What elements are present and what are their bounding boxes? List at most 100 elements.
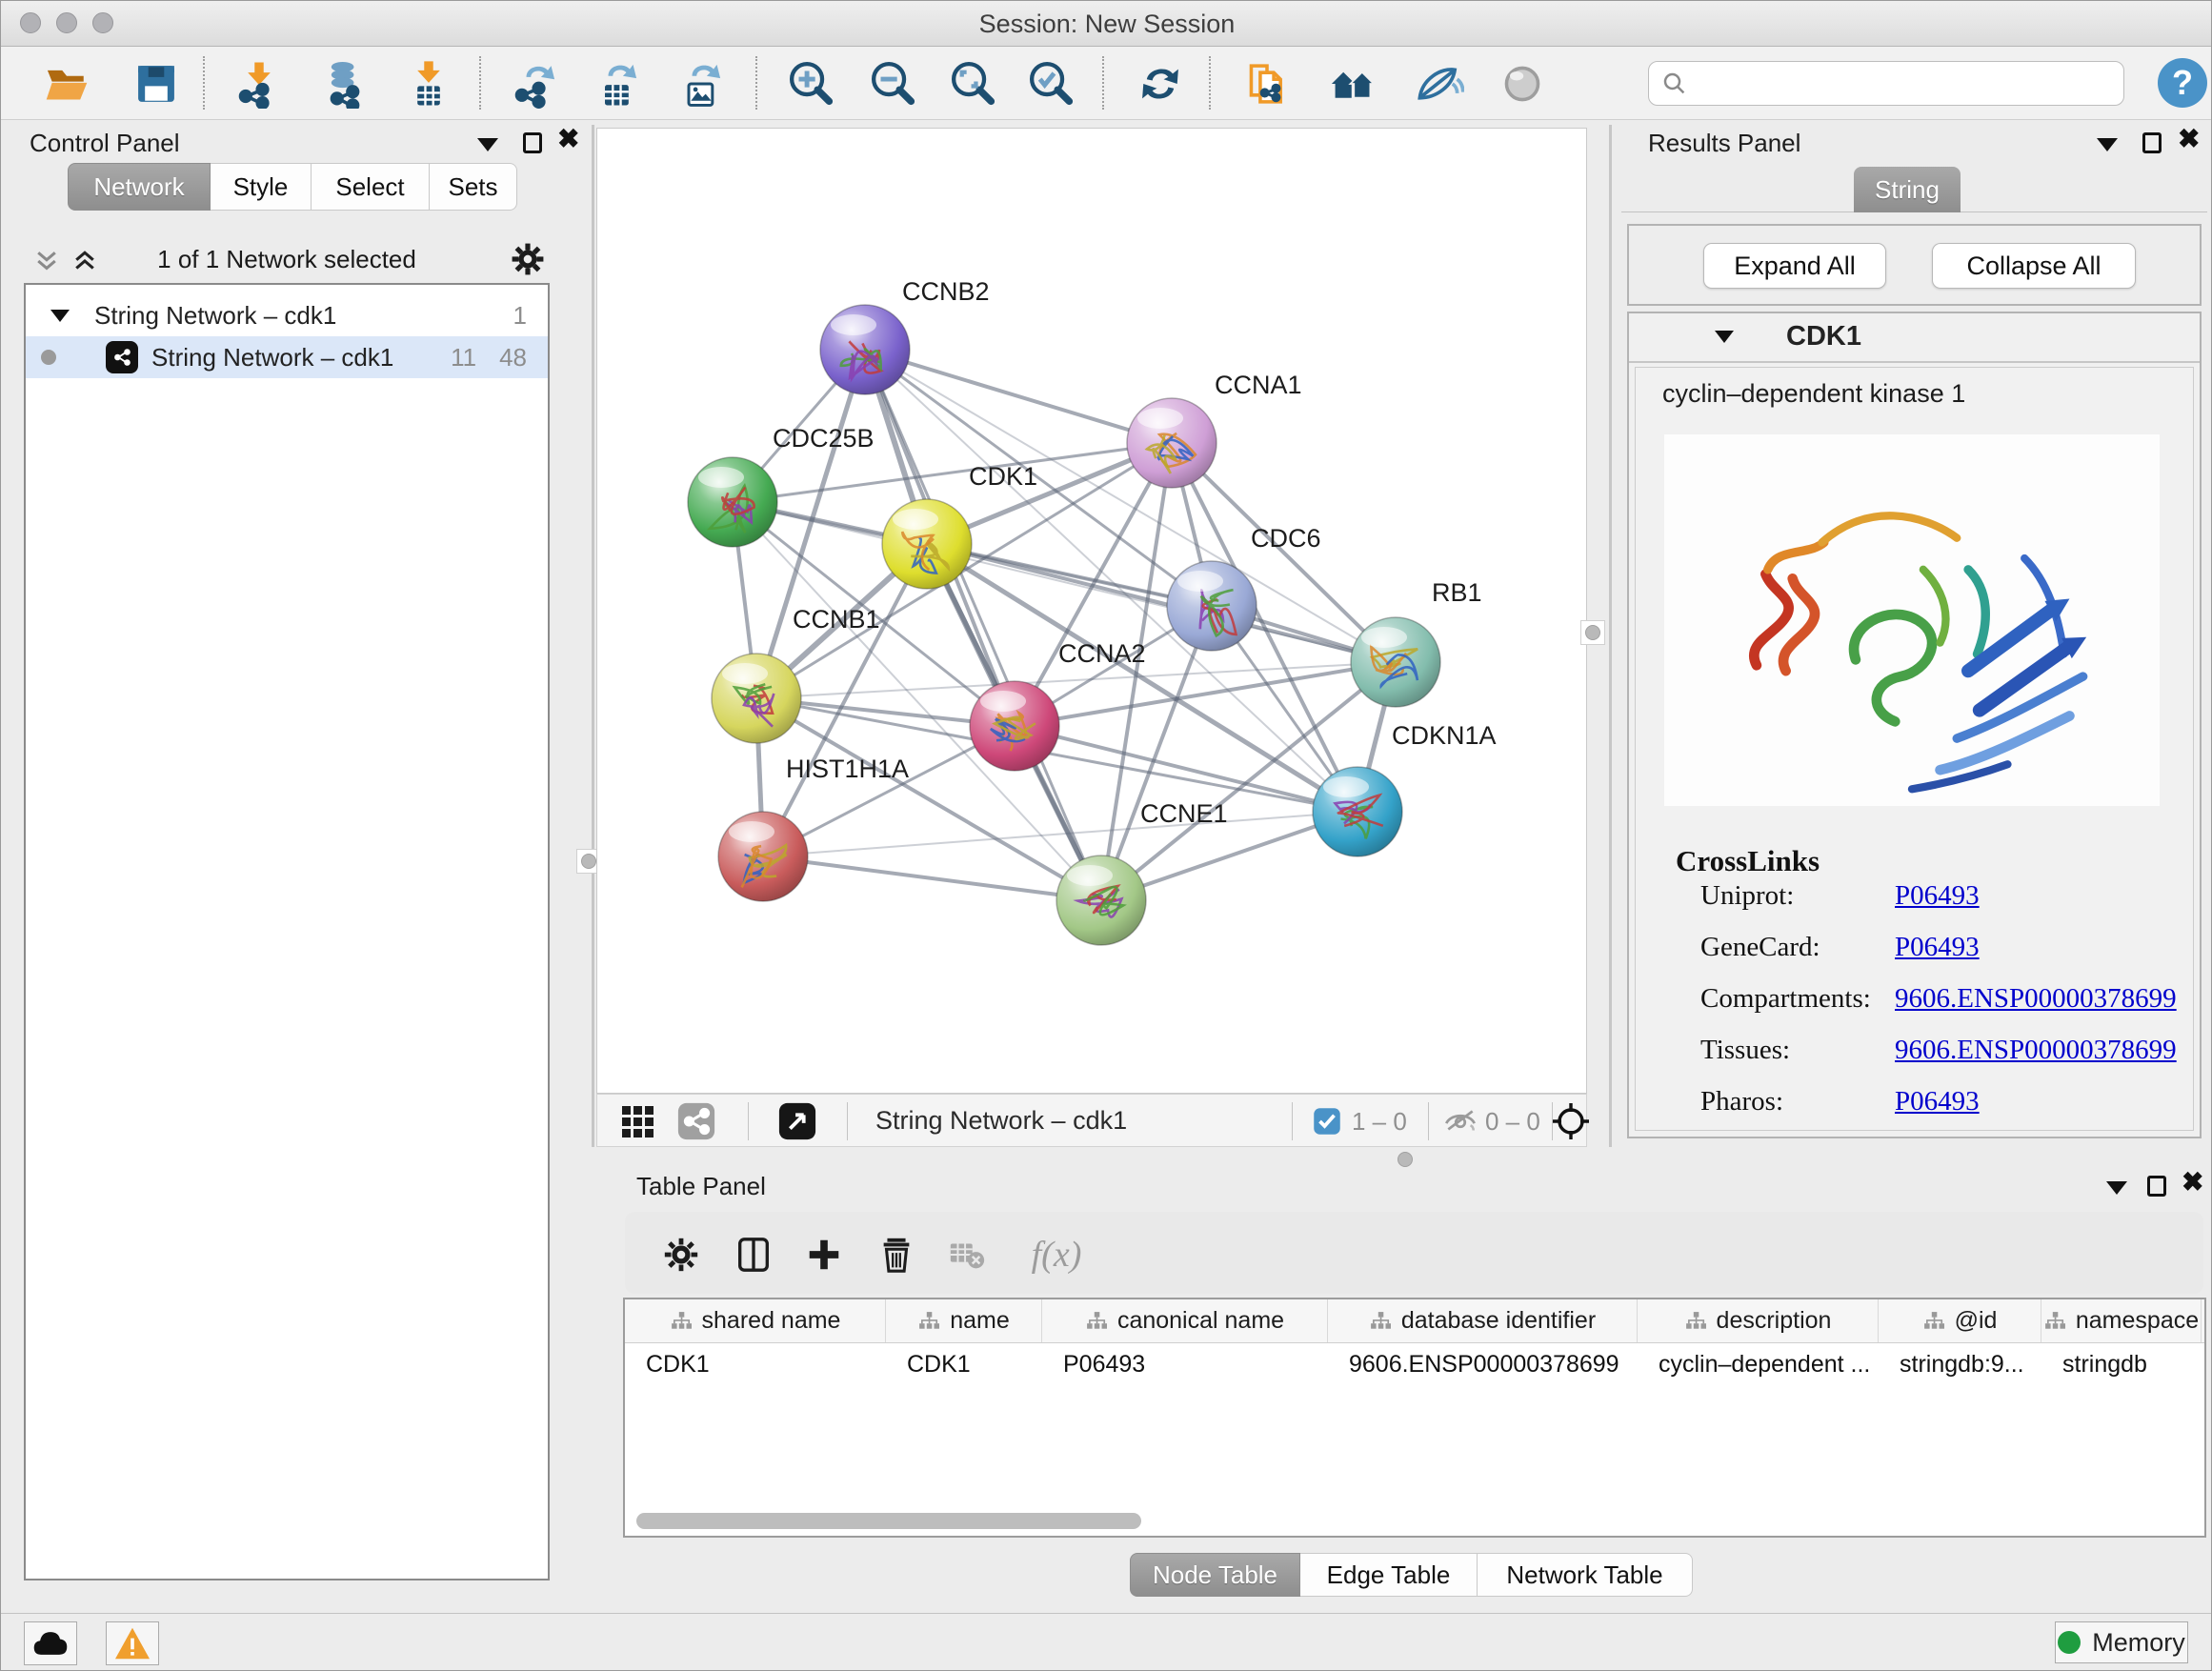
close-panel-icon[interactable]: ✖ <box>2178 129 2200 150</box>
left-splitter[interactable] <box>592 125 594 1147</box>
network-row-selected[interactable]: String Network – cdk1 11 48 <box>26 336 548 378</box>
protein-node-ccne1[interactable]: CCNE1 <box>1056 799 1228 945</box>
tab-select[interactable]: Select <box>312 163 430 211</box>
network-collection-row[interactable]: String Network – cdk1 1 <box>26 294 548 336</box>
results-controls: Expand All Collapse All <box>1627 224 2202 306</box>
copy-style-icon[interactable] <box>1237 54 1297 113</box>
collapse-card-icon[interactable] <box>1715 331 1734 343</box>
collapse-panel-icon[interactable] <box>2097 138 2118 151</box>
search-box[interactable] <box>1648 61 2124 106</box>
open-session-icon[interactable] <box>37 54 96 113</box>
birds-eye-crosshair-icon[interactable] <box>1550 1100 1592 1142</box>
show-column-icon[interactable] <box>728 1229 779 1280</box>
column-header--id[interactable]: @id <box>1879 1299 2041 1342</box>
crosslink-link[interactable]: 9606.ENSP00000378699 <box>1895 983 2177 1014</box>
table-horizontal-scrollbar[interactable] <box>629 1513 2201 1530</box>
refresh-icon[interactable] <box>1131 54 1190 113</box>
column-header-canonical-name[interactable]: canonical name <box>1042 1299 1328 1342</box>
collapse-panel-icon[interactable] <box>477 138 498 151</box>
zoom-selected-icon[interactable] <box>1022 54 1081 113</box>
grid-view-icon[interactable] <box>616 1100 658 1142</box>
table-cell[interactable]: cyclin–dependent ... <box>1638 1343 1879 1385</box>
tree-expand-icon[interactable] <box>50 310 70 322</box>
selected-checkbox-icon[interactable] <box>1310 1100 1344 1142</box>
network-edge[interactable] <box>763 856 1101 900</box>
protein-node-ccna1[interactable]: CCNA1 <box>1127 371 1302 488</box>
table-cell[interactable]: CDK1 <box>886 1343 1042 1385</box>
table-row[interactable]: CDK1CDK1P064939606.ENSP00000378699cyclin… <box>625 1343 2204 1385</box>
save-session-icon[interactable] <box>127 54 186 113</box>
crosslink-link[interactable]: P06493 <box>1895 880 1980 911</box>
float-panel-icon[interactable] <box>2142 132 2162 153</box>
show-graphics-details-icon[interactable] <box>1493 54 1552 113</box>
table-cell[interactable]: stringdb:9... <box>1879 1343 2041 1385</box>
export-network-icon[interactable] <box>506 54 565 113</box>
delete-column-icon[interactable] <box>871 1229 922 1280</box>
cloud-icon[interactable] <box>24 1621 77 1665</box>
column-header-namespace[interactable]: namespace <box>2041 1299 2202 1342</box>
protein-card-header[interactable]: CDK1 <box>1629 313 2200 363</box>
status-bar: Memory <box>1 1613 2212 1671</box>
column-header-shared-name[interactable]: shared name <box>625 1299 886 1342</box>
open-in-window-icon[interactable] <box>776 1100 818 1142</box>
tab-style[interactable]: Style <box>211 163 312 211</box>
share-view-icon[interactable] <box>675 1100 717 1142</box>
column-header-database-identifier[interactable]: database identifier <box>1328 1299 1638 1342</box>
toolbar-separator <box>479 56 481 110</box>
tab-sets[interactable]: Sets <box>430 163 517 211</box>
hidden-eye-icon[interactable] <box>1439 1100 1481 1142</box>
function-builder-icon[interactable]: f(x) <box>1014 1229 1099 1280</box>
hide-graphics-icon[interactable] <box>1409 54 1468 113</box>
import-table-icon[interactable] <box>399 54 458 113</box>
zoom-out-icon[interactable] <box>864 54 923 113</box>
browser-home-icon[interactable] <box>1323 54 1382 113</box>
crosslink-link[interactable]: P06493 <box>1895 932 1980 962</box>
export-image-icon[interactable] <box>672 54 731 113</box>
delete-table-icon[interactable] <box>941 1229 993 1280</box>
tab-string[interactable]: String <box>1854 167 1961 212</box>
network-options-gear-icon[interactable] <box>510 241 546 282</box>
table-cell[interactable]: stringdb <box>2041 1343 2202 1385</box>
warning-icon[interactable] <box>106 1621 159 1665</box>
float-panel-icon[interactable] <box>2147 1176 2166 1197</box>
import-network-file-icon[interactable] <box>230 54 289 113</box>
column-header-description[interactable]: description <box>1638 1299 1879 1342</box>
table-cell[interactable]: P06493 <box>1042 1343 1328 1385</box>
protein-node-ccnb2[interactable]: CCNB2 <box>820 277 990 394</box>
table-options-gear-icon[interactable] <box>655 1229 707 1280</box>
network-edge[interactable] <box>865 350 1101 900</box>
tab-node-table[interactable]: Node Table <box>1130 1553 1300 1597</box>
network-edge[interactable] <box>865 350 1172 443</box>
float-panel-icon[interactable] <box>523 132 542 153</box>
import-network-database-icon[interactable] <box>315 54 374 113</box>
help-icon[interactable]: ? <box>2158 58 2207 108</box>
zoom-in-icon[interactable] <box>782 54 841 113</box>
expand-all-button[interactable]: Expand All <box>1703 243 1886 289</box>
tab-network[interactable]: Network <box>68 163 211 211</box>
column-header-name[interactable]: name <box>886 1299 1042 1342</box>
collapse-all-button[interactable]: Collapse All <box>1932 243 2136 289</box>
protein-node-hist1h1a[interactable]: HIST1H1A <box>718 755 909 901</box>
export-table-icon[interactable] <box>588 54 647 113</box>
tab-network-table[interactable]: Network Table <box>1478 1553 1693 1597</box>
right-splitter-handle[interactable] <box>1580 620 1605 645</box>
close-panel-icon[interactable]: ✖ <box>2182 1172 2203 1193</box>
network-canvas[interactable]: CCNB2CCNA1CDC25BCDK1CDC6RB1CCNB1CCNA2CDK… <box>596 128 1587 1094</box>
close-panel-icon[interactable]: ✖ <box>557 129 579 150</box>
table-cell[interactable]: CDK1 <box>625 1343 886 1385</box>
crosslink-link[interactable]: 9606.ENSP00000378699 <box>1895 1035 2177 1065</box>
memory-button[interactable]: Memory <box>2055 1621 2188 1663</box>
crosslink-row: Uniprot:P06493 <box>1700 880 1980 912</box>
collapse-panel-icon[interactable] <box>2106 1181 2127 1195</box>
search-input[interactable] <box>1689 70 2108 97</box>
scrollbar-thumb[interactable] <box>636 1513 1141 1529</box>
create-column-icon[interactable] <box>798 1229 850 1280</box>
zoom-fit-icon[interactable] <box>944 54 1003 113</box>
protein-node-rb1[interactable]: RB1 <box>1351 578 1482 707</box>
right-splitter[interactable] <box>1609 125 1612 1147</box>
network-edge[interactable] <box>927 544 1396 662</box>
protein-node-cdkn1a[interactable]: CDKN1A <box>1313 721 1497 856</box>
table-cell[interactable]: 9606.ENSP00000378699 <box>1328 1343 1638 1385</box>
crosslink-link[interactable]: P06493 <box>1895 1086 1980 1117</box>
tab-edge-table[interactable]: Edge Table <box>1300 1553 1478 1597</box>
